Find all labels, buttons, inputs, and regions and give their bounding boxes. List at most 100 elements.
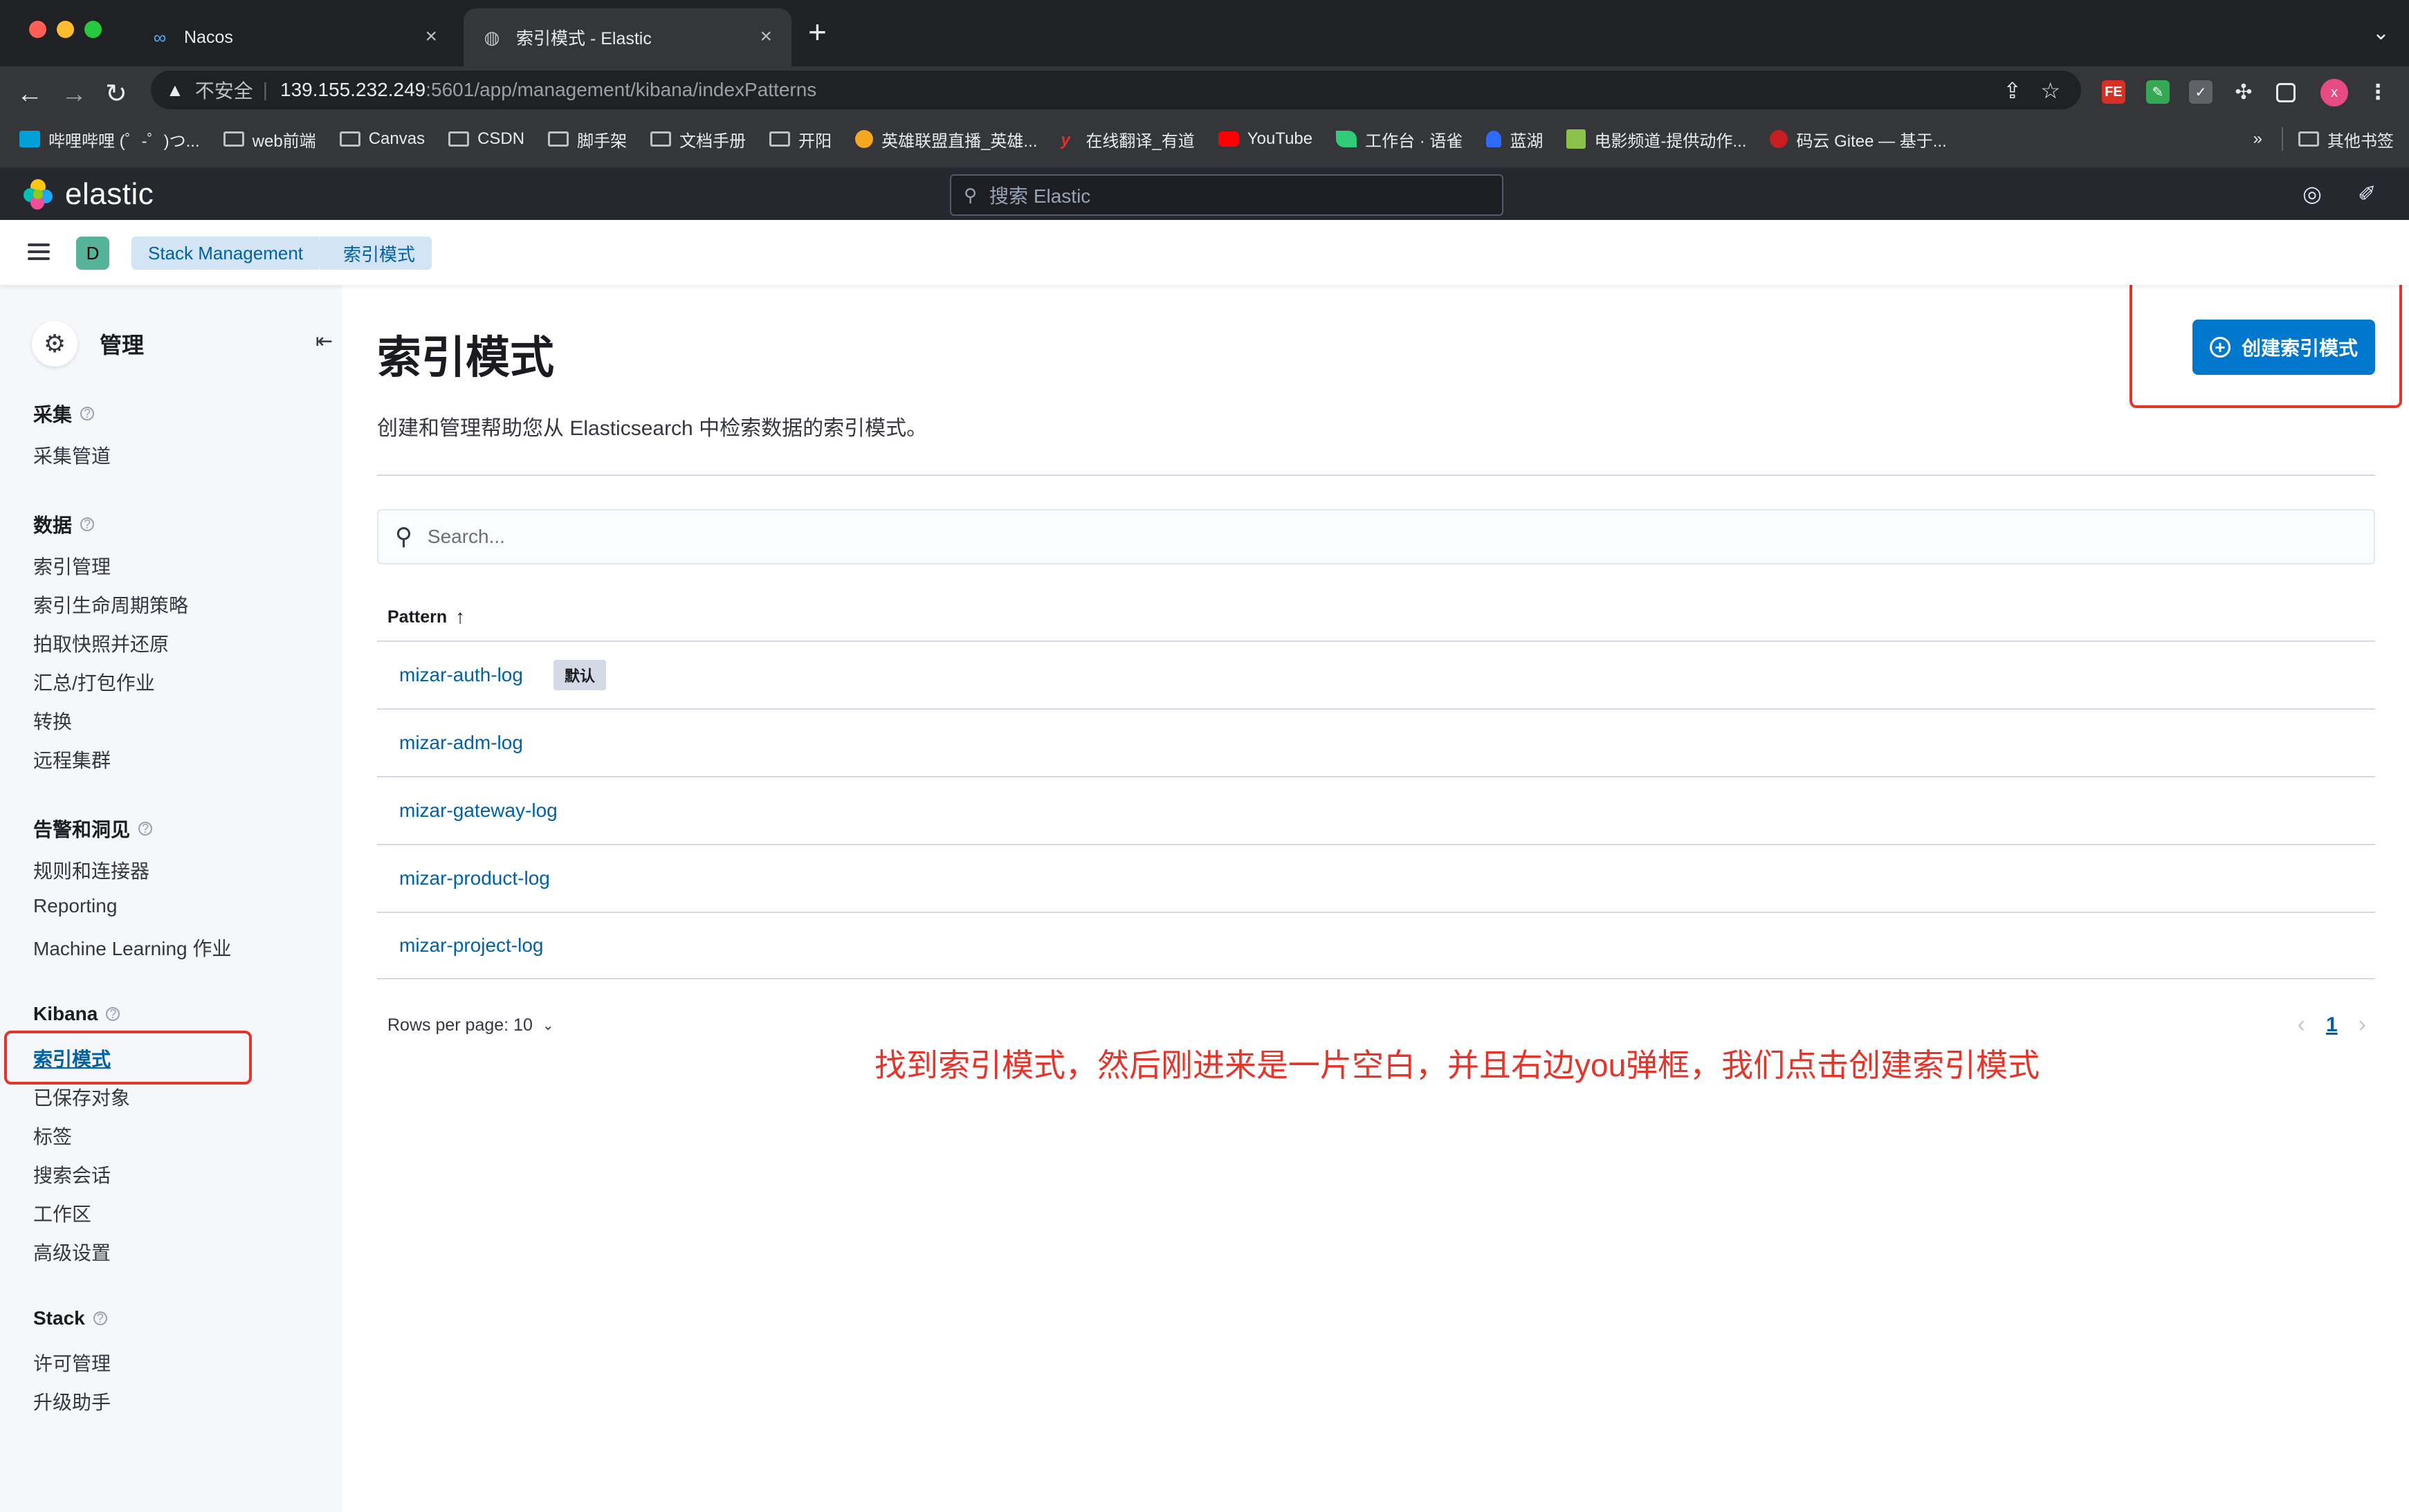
page-number[interactable]: 1: [2326, 1013, 2338, 1037]
bookmark-item[interactable]: 脚手架: [548, 127, 627, 151]
new-tab-button[interactable]: +: [808, 16, 827, 48]
index-pattern-link[interactable]: mizar-adm-log: [399, 732, 523, 754]
close-window-button[interactable]: [29, 21, 46, 38]
extension-leaf-icon[interactable]: ✎: [2146, 80, 2170, 104]
rows-per-page-select[interactable]: Rows per page: 10 ⌄: [387, 1015, 554, 1035]
newsfeed-icon[interactable]: ✐: [2358, 181, 2376, 206]
folder-icon: [2298, 131, 2319, 147]
youtube-icon: [1218, 131, 1239, 147]
sidebar-item-upgrade-assistant[interactable]: 升级助手: [33, 1387, 111, 1415]
bookmark-item[interactable]: 工作台 · 语雀: [1336, 127, 1463, 151]
elastic-logo[interactable]: elastic: [21, 177, 154, 212]
profile-avatar[interactable]: x: [2320, 79, 2348, 107]
bookmark-item[interactable]: Canvas: [339, 129, 425, 149]
reload-icon[interactable]: ↻: [105, 80, 127, 108]
sidebar-item-ilm-policies[interactable]: 索引生命周期策略: [33, 591, 188, 618]
menu-toggle-icon[interactable]: [28, 243, 50, 264]
bookmark-item[interactable]: 码云 Gitee — 基于...: [1770, 127, 1947, 151]
next-page-icon[interactable]: ›: [2358, 1011, 2366, 1038]
breadcrumb-bar: D Stack Management 索引模式: [0, 220, 2409, 285]
sidebar-item-ml-jobs[interactable]: Machine Learning 作业: [33, 934, 231, 961]
bookmark-item[interactable]: web前端: [223, 127, 316, 151]
back-arrow-icon[interactable]: ←: [17, 80, 43, 108]
maximize-window-button[interactable]: [84, 21, 102, 38]
sidebar-header: ⚙ 管理: [32, 321, 144, 367]
bookmarks-bar: 哔哩哔哩 (゜-゜)つ... web前端 Canvas CSDN 脚手架 文档手…: [0, 115, 2409, 163]
pattern-search-input[interactable]: ⚲ Search...: [377, 509, 2375, 564]
address-separator: |: [262, 79, 268, 100]
bookmark-star-icon[interactable]: ☆: [2040, 77, 2060, 104]
space-avatar[interactable]: D: [76, 237, 109, 270]
default-badge: 默认: [553, 660, 606, 690]
sidebar-item-search-sessions[interactable]: 搜索会话: [33, 1161, 111, 1188]
sidebar-item-ingest-pipelines[interactable]: 采集管道: [33, 441, 111, 469]
address-bar[interactable]: ▲ 不安全 | 139.155.232.249 :5601/app/manage…: [151, 71, 2081, 109]
close-tab-icon[interactable]: ×: [760, 26, 772, 47]
chevron-down-icon: ⌄: [542, 1018, 554, 1033]
bookmark-item[interactable]: 文档手册: [650, 127, 746, 151]
header-divider: [377, 474, 2375, 476]
table-row: mizar-product-log: [377, 844, 2375, 912]
table-row: mizar-adm-log: [377, 708, 2375, 776]
tab-search-chevron-icon[interactable]: ⌄: [2372, 21, 2390, 45]
bilibili-icon: [19, 131, 40, 147]
minimize-window-button[interactable]: [57, 21, 74, 38]
sidebar-item-advanced-settings[interactable]: 高级设置: [33, 1238, 111, 1266]
fe-extension-icon[interactable]: FE: [2102, 80, 2125, 104]
security-label: 不安全: [194, 80, 253, 102]
collapse-sidebar-icon[interactable]: ⇤: [315, 329, 333, 353]
warning-triangle-icon: ▲: [166, 79, 184, 100]
forward-arrow-icon[interactable]: →: [61, 80, 87, 108]
bookmark-item[interactable]: 开阳: [769, 127, 832, 151]
index-pattern-link[interactable]: mizar-auth-log: [399, 664, 523, 686]
index-pattern-link[interactable]: mizar-project-log: [399, 934, 544, 957]
global-search-input[interactable]: ⚲ 搜索 Elastic: [950, 174, 1503, 216]
bookmark-item[interactable]: 蓝湖: [1486, 127, 1543, 151]
sidebar-item-reporting[interactable]: Reporting: [33, 895, 117, 917]
annotation-box-index-patterns: [4, 1031, 252, 1085]
extension-check-icon[interactable]: ✓: [2189, 80, 2213, 104]
sidebar-item-workspaces[interactable]: 工作区: [33, 1199, 91, 1227]
sidebar-item-tags[interactable]: 标签: [33, 1122, 72, 1150]
sidebar-group-kibana: Kibana?: [33, 1003, 120, 1025]
extensions-puzzle-icon[interactable]: ✣: [2232, 80, 2255, 104]
side-panel-icon[interactable]: [2276, 83, 2296, 102]
lol-icon: [855, 130, 874, 148]
question-icon: ?: [80, 517, 95, 531]
bookmarks-overflow-button[interactable]: »: [2253, 129, 2262, 149]
browser-tab-elastic[interactable]: ◍ 索引模式 - Elastic ×: [464, 8, 791, 66]
bookmark-item[interactable]: y 在线翻译_有道: [1061, 127, 1194, 151]
sidebar-group-alerts-insights: 告警和洞见?: [33, 815, 153, 842]
tab-title: 索引模式 - Elastic: [516, 29, 652, 48]
question-icon: ?: [80, 407, 95, 421]
sidebar-item-rules-connectors[interactable]: 规则和连接器: [33, 856, 149, 884]
share-icon[interactable]: ⇪: [2003, 77, 2022, 104]
question-icon: ?: [93, 1311, 107, 1325]
close-tab-icon[interactable]: ×: [425, 26, 437, 47]
sidebar-item-rollup-jobs[interactable]: 汇总/打包作业: [33, 668, 155, 696]
sidebar-item-license-management[interactable]: 许可管理: [33, 1349, 111, 1376]
bookmark-item[interactable]: 哔哩哔哩 (゜-゜)つ...: [19, 127, 200, 151]
browser-menu-icon[interactable]: ⋮: [2366, 80, 2390, 104]
bookmark-item[interactable]: 电影频道-提供动作...: [1566, 127, 1746, 151]
column-header-pattern[interactable]: Pattern ↑: [387, 606, 465, 628]
browser-tab-nacos[interactable]: ∞ Nacos ×: [131, 8, 457, 66]
sidebar-item-snapshot-restore[interactable]: 拍取快照并还原: [33, 629, 169, 657]
search-icon: ⚲: [964, 184, 978, 205]
sidebar-title: 管理: [100, 333, 145, 358]
sidebar-item-index-management[interactable]: 索引管理: [33, 552, 111, 580]
breadcrumb-index-patterns[interactable]: 索引模式: [320, 237, 432, 270]
sidebar-item-saved-objects[interactable]: 已保存对象: [33, 1083, 130, 1111]
sidebar-item-transforms[interactable]: 转换: [33, 707, 72, 735]
index-pattern-link[interactable]: mizar-product-log: [399, 867, 550, 889]
folder-icon: [548, 131, 569, 147]
other-bookmarks[interactable]: 其他书签: [2298, 127, 2394, 151]
index-pattern-link[interactable]: mizar-gateway-log: [399, 800, 558, 822]
breadcrumb-stack-management[interactable]: Stack Management: [131, 237, 327, 270]
help-lifebuoy-icon[interactable]: ◎: [2302, 181, 2322, 206]
bookmark-item[interactable]: YouTube: [1218, 129, 1312, 149]
bookmark-item[interactable]: 英雄联盟直播_英雄...: [855, 127, 1037, 151]
previous-page-icon[interactable]: ‹: [2298, 1011, 2305, 1038]
bookmark-item[interactable]: CSDN: [448, 129, 524, 149]
sidebar-item-remote-clusters[interactable]: 远程集群: [33, 746, 111, 773]
